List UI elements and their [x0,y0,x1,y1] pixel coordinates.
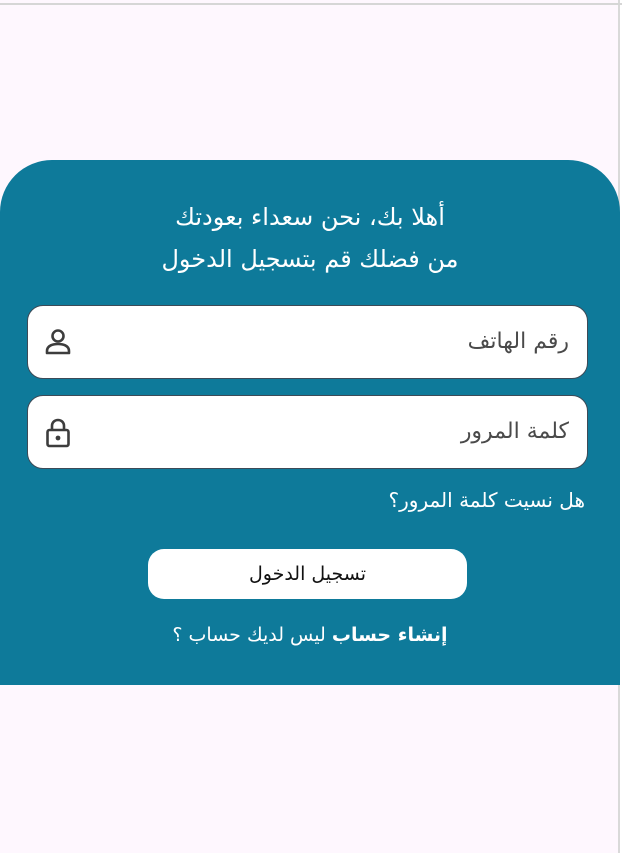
welcome-line-1: أهلا بك، نحن سعداء بعودتك [175,203,445,231]
signup-link[interactable]: إنشاء حساب [332,624,448,646]
phone-field[interactable]: رقم الهاتف [27,305,588,379]
password-field[interactable]: كلمة المرور [27,395,588,469]
signup-prompt-text: ليس لديك حساب ؟ [172,624,326,646]
welcome-message: أهلا بك، نحن سعداء بعودتك من فضلك قم بتس… [0,196,620,280]
signup-prompt: إنشاء حساب ليس لديك حساب ؟ [0,624,620,646]
welcome-line-2: من فضلك قم بتسجيل الدخول [161,245,459,273]
person-icon [45,329,71,355]
forgot-password-link[interactable]: هل نسيت كلمة المرور؟ [389,488,585,512]
phone-placeholder: رقم الهاتف [467,329,569,354]
top-divider [0,3,622,5]
app-screen: أهلا بك، نحن سعداء بعودتك من فضلك قم بتس… [0,0,622,853]
login-button[interactable]: تسجيل الدخول [148,549,467,599]
lock-icon [46,418,70,448]
password-placeholder: كلمة المرور [460,419,569,444]
